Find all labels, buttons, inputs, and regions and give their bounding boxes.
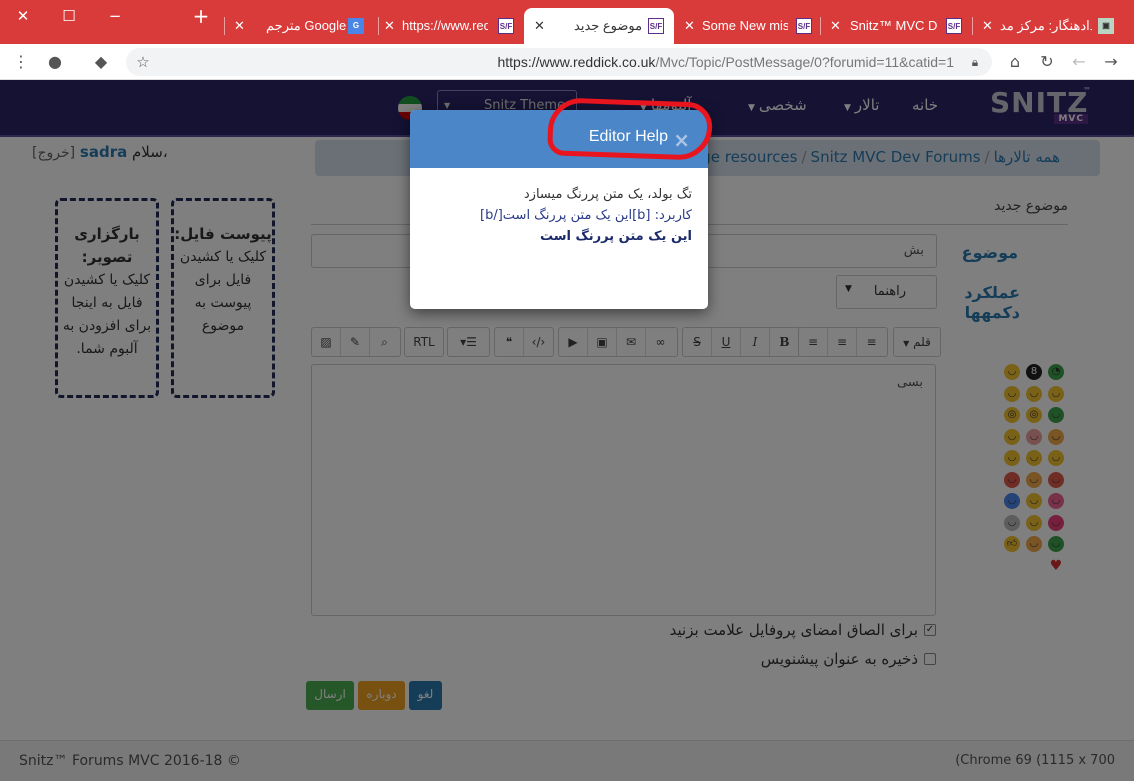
google-translate-favicon: G [348,18,364,34]
close-tab-icon[interactable]: ✕ [234,8,245,44]
browser-tab-bar: ✕ ☐ − + ✕ مترجم Google G ✕ https://www.r… [0,0,1134,44]
new-tab-button[interactable]: + [190,6,212,26]
tab-title: Some New miss [702,18,788,33]
reload-icon[interactable]: ↻ [1036,51,1058,73]
browser-tab-active[interactable]: ✕ موضوع جدید S/F [524,8,674,44]
snitz-favicon: S/F [946,18,962,34]
forward-icon[interactable]: ← [1068,51,1090,73]
browser-tab[interactable]: ✕ مترجم Google G [230,8,376,44]
back-icon[interactable]: → [1100,51,1122,73]
tab-title: دادهنگار: مرکز مد [1000,18,1092,33]
close-tab-icon[interactable]: ✕ [384,8,395,44]
browser-tab[interactable]: ✕ دادهنگار: مرکز مد ▣ [978,8,1122,44]
snitz-favicon: S/F [648,18,664,34]
close-window-icon[interactable]: ✕ [12,6,34,26]
picture-favicon: ▣ [1098,18,1114,34]
browser-tab[interactable]: ✕ https://www.red S/F [380,8,520,44]
url-text: https://www.reddick.co.uk/Mvc/Topic/Post… [497,54,954,70]
tab-title: موضوع جدید [574,18,643,33]
close-tab-icon[interactable]: ✕ [982,8,993,44]
browser-tab[interactable]: ✕ Snitz™ MVC Dev S/F [826,8,970,44]
menu-icon[interactable]: ⋮ [10,51,32,73]
browser-toolbar: ⋮ ● ◆ ☆ https://www.reddick.co.uk/Mvc/To… [0,44,1134,80]
tab-title: https://www.red [402,18,488,33]
close-tab-icon[interactable]: ✕ [684,8,695,44]
profile-icon[interactable]: ● [44,51,66,73]
bookmark-star-icon[interactable]: ☆ [132,51,154,73]
maximize-window-icon[interactable]: ☐ [58,6,80,26]
minimize-window-icon[interactable]: − [104,6,126,26]
modal-body: تگ بولد، یک متن پررنگ میسازد کاربرد: [b]… [426,184,692,247]
browser-tab[interactable]: ✕ Some New miss S/F [678,8,818,44]
help-description: تگ بولد، یک متن پررنگ میسازد [523,187,692,202]
help-example: این یک متن پررنگ است [539,229,692,244]
url-path: /Mvc/Topic/PostMessage/0?forumid=11&cati… [655,54,954,70]
help-usage: کاربرد: [b]این یک متن پررنگ است[/b] [479,208,692,223]
home-icon[interactable]: ⌂ [1004,51,1026,73]
close-tab-icon[interactable]: ✕ [534,8,545,44]
extension-icon[interactable]: ◆ [90,51,112,73]
snitz-favicon: S/F [498,18,514,34]
tab-title: Snitz™ MVC Dev [850,18,938,33]
close-tab-icon[interactable]: ✕ [830,8,841,44]
url-host: https://www.reddick.co.uk [497,54,656,70]
tab-title: مترجم Google [266,18,347,33]
red-annotation-circle [547,97,713,161]
address-bar[interactable]: ☆ https://www.reddick.co.uk/Mvc/Topic/Po… [126,48,992,76]
lock-icon: 🔒︎ [971,55,979,69]
snitz-favicon: S/F [796,18,812,34]
